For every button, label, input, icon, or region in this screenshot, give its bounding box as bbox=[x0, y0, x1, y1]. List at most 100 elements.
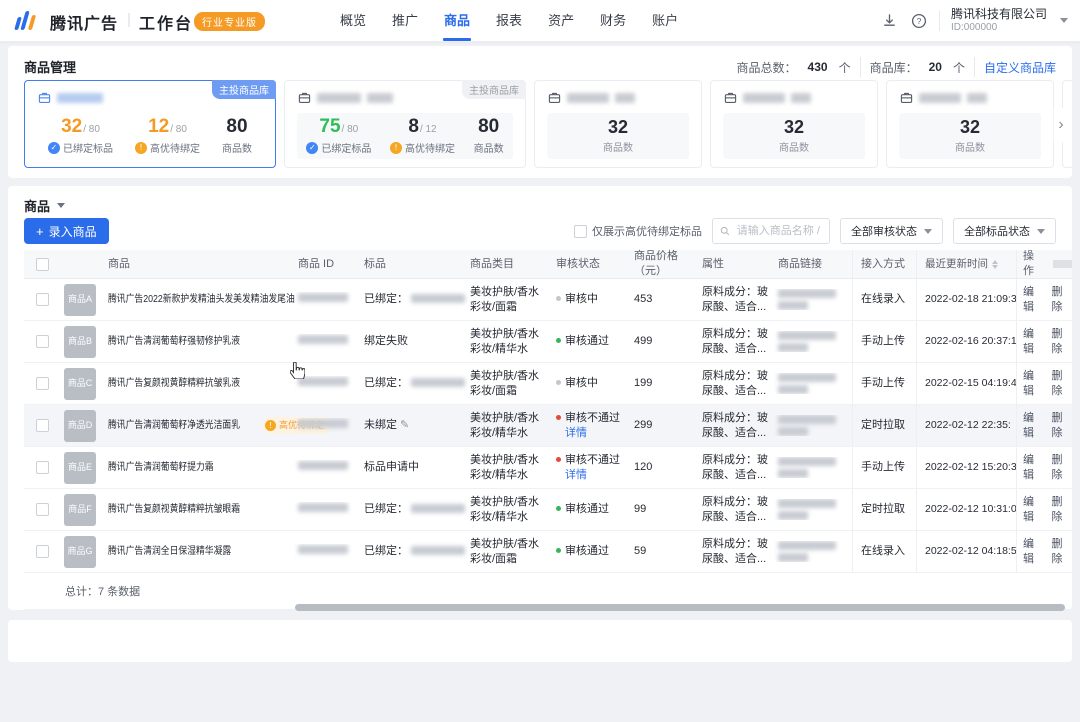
status-dot bbox=[556, 296, 561, 301]
edit-link[interactable]: 编辑 bbox=[1023, 411, 1044, 441]
row-checkbox[interactable] bbox=[24, 335, 60, 348]
horizontal-scrollbar[interactable] bbox=[295, 604, 1065, 611]
updated-time: 2022-02-12 04:18:5 bbox=[916, 531, 1016, 572]
delete-link[interactable]: 删除 bbox=[1052, 453, 1073, 483]
edit-link[interactable]: 编辑 bbox=[1023, 327, 1044, 357]
row-checkbox[interactable] bbox=[24, 461, 60, 474]
nav-item-account[interactable]: 账户 bbox=[650, 0, 680, 41]
sku-status: 已绑定： bbox=[356, 292, 462, 307]
product-link-blurred bbox=[770, 415, 852, 436]
library-box-icon bbox=[298, 91, 311, 104]
row-actions: 编辑删除 bbox=[1016, 447, 1072, 488]
sku-status: 已绑定： bbox=[356, 376, 462, 391]
delete-link[interactable]: 删除 bbox=[1052, 495, 1073, 525]
nav-item-reports[interactable]: 报表 bbox=[494, 0, 524, 41]
section-selector[interactable]: 商品 bbox=[24, 196, 65, 215]
row-checkbox[interactable] bbox=[24, 293, 60, 306]
select-all-checkbox[interactable] bbox=[24, 258, 60, 271]
product-id-blurred bbox=[290, 292, 356, 307]
nav-item-overview[interactable]: 概览 bbox=[338, 0, 368, 41]
add-product-button[interactable]: + 录入商品 bbox=[24, 218, 109, 244]
updated-time: 2022-02-12 10:31:0 bbox=[916, 489, 1016, 530]
product-name: 腾讯广告复颜视黄醇精粹抗皱眼霜 bbox=[100, 502, 290, 517]
product-price: 59 bbox=[626, 544, 694, 559]
library-card-5[interactable]: 32 商品数 bbox=[886, 80, 1054, 168]
library-card-3[interactable]: 32 商品数 bbox=[534, 80, 702, 168]
product-thumbnail: 商品A bbox=[60, 284, 100, 316]
total-products-label: 商品总数： bbox=[737, 59, 797, 76]
status-dot bbox=[556, 338, 561, 343]
audit-detail-link[interactable]: 详情 bbox=[565, 469, 587, 481]
col-link: 商品链接 bbox=[770, 257, 852, 272]
library-card-2[interactable]: 主投商品库 75/ 80 ✓已绑定标品 8/ 12 !高优待绑定 80 商品数 bbox=[284, 80, 526, 168]
carousel-next-icon[interactable]: › bbox=[1050, 108, 1072, 142]
edit-link[interactable]: 编辑 bbox=[1023, 369, 1044, 399]
library-box-icon bbox=[724, 91, 737, 104]
access-method: 手动上传 bbox=[852, 321, 916, 362]
audit-status: 审核通过 bbox=[548, 502, 626, 517]
edit-link[interactable]: 编辑 bbox=[1023, 285, 1044, 315]
product-category: 美妆护肤/香水彩妆/精华水 bbox=[462, 411, 548, 441]
product-name: 腾讯广告复颜视黄醇精粹抗皱乳液 bbox=[100, 376, 290, 391]
product-price: 199 bbox=[626, 376, 694, 391]
nav-item-promotion[interactable]: 推广 bbox=[390, 0, 420, 41]
help-icon[interactable]: ? bbox=[910, 12, 928, 30]
library-card-1[interactable]: 主投商品库 32/ 80 ✓已绑定标品 12/ 80 !高优待绑定 80 商品数 bbox=[24, 80, 276, 168]
audit-status-select[interactable]: 全部审核状态 bbox=[840, 218, 943, 244]
cursor-icon bbox=[290, 362, 305, 379]
workspace-title: 工作台 bbox=[139, 10, 193, 34]
product-id-blurred bbox=[290, 544, 356, 559]
library-title-blurred bbox=[919, 93, 961, 103]
nav-item-assets[interactable]: 资产 bbox=[546, 0, 576, 41]
product-price: 453 bbox=[626, 292, 694, 307]
sku-status: 已绑定： bbox=[356, 544, 462, 559]
edit-link[interactable]: 编辑 bbox=[1023, 453, 1044, 483]
chevron-down-icon[interactable] bbox=[1060, 18, 1068, 23]
row-checkbox[interactable] bbox=[24, 419, 60, 432]
row-actions: 编辑删除 bbox=[1016, 321, 1072, 362]
product-search bbox=[712, 218, 830, 244]
delete-link[interactable]: 删除 bbox=[1052, 537, 1073, 567]
product-attrs: 原料成分：玻尿酸、适合... bbox=[694, 537, 770, 567]
audit-status: 审核不通过详情 bbox=[548, 453, 626, 483]
edit-link[interactable]: 编辑 bbox=[1023, 495, 1044, 525]
product-count: 80 bbox=[478, 116, 499, 137]
col-category: 商品类目 bbox=[462, 257, 548, 272]
download-icon[interactable] bbox=[881, 12, 899, 30]
nav-item-products[interactable]: 商品 bbox=[442, 0, 472, 41]
library-title-blurred bbox=[791, 93, 811, 103]
edit-sku-icon[interactable]: ✎ bbox=[400, 419, 409, 431]
audit-detail-link[interactable]: 详情 bbox=[565, 427, 587, 439]
delete-link[interactable]: 删除 bbox=[1052, 327, 1073, 357]
delete-link[interactable]: 删除 bbox=[1052, 411, 1073, 441]
library-card-4[interactable]: 32 商品数 bbox=[710, 80, 878, 168]
product-link-blurred bbox=[770, 541, 852, 562]
row-checkbox[interactable] bbox=[24, 503, 60, 516]
row-checkbox[interactable] bbox=[24, 377, 60, 390]
status-dot bbox=[556, 506, 561, 511]
updated-time: 2022-02-15 04:19:4 bbox=[916, 363, 1016, 404]
product-link-blurred bbox=[770, 289, 852, 310]
product-table-panel: 商品 + 录入商品 仅展示高优待绑定标品 全部审核状态 全部标品状态 bbox=[8, 186, 1072, 610]
product-count: 80 bbox=[226, 116, 247, 137]
delete-link[interactable]: 删除 bbox=[1052, 285, 1073, 315]
updated-time: 2022-02-16 20:37:1 bbox=[916, 321, 1016, 362]
search-input[interactable] bbox=[735, 224, 822, 238]
priority-only-checkbox[interactable]: 仅展示高优待绑定标品 bbox=[574, 223, 702, 239]
delete-link[interactable]: 删除 bbox=[1052, 369, 1073, 399]
edit-link[interactable]: 编辑 bbox=[1023, 537, 1044, 567]
account-switcher[interactable]: 腾讯科技有限公司 ID:000000 bbox=[951, 7, 1047, 33]
brand-divider: | bbox=[127, 11, 131, 28]
nav-item-finance[interactable]: 财务 bbox=[598, 0, 628, 41]
brand-name: 腾讯广告 bbox=[50, 10, 118, 34]
col-audit-status: 审核状态 bbox=[548, 257, 626, 272]
audit-status: 审核不通过详情 bbox=[548, 411, 626, 441]
product-id-blurred bbox=[290, 460, 356, 475]
sku-status-select[interactable]: 全部标品状态 bbox=[953, 218, 1056, 244]
library-title-blurred bbox=[317, 93, 361, 103]
sort-icon[interactable] bbox=[992, 260, 998, 269]
row-checkbox[interactable] bbox=[24, 545, 60, 558]
custom-library-link[interactable]: 自定义商品库 bbox=[984, 59, 1056, 76]
sku-status: 已绑定： bbox=[356, 502, 462, 517]
chevron-down-icon bbox=[924, 229, 932, 234]
